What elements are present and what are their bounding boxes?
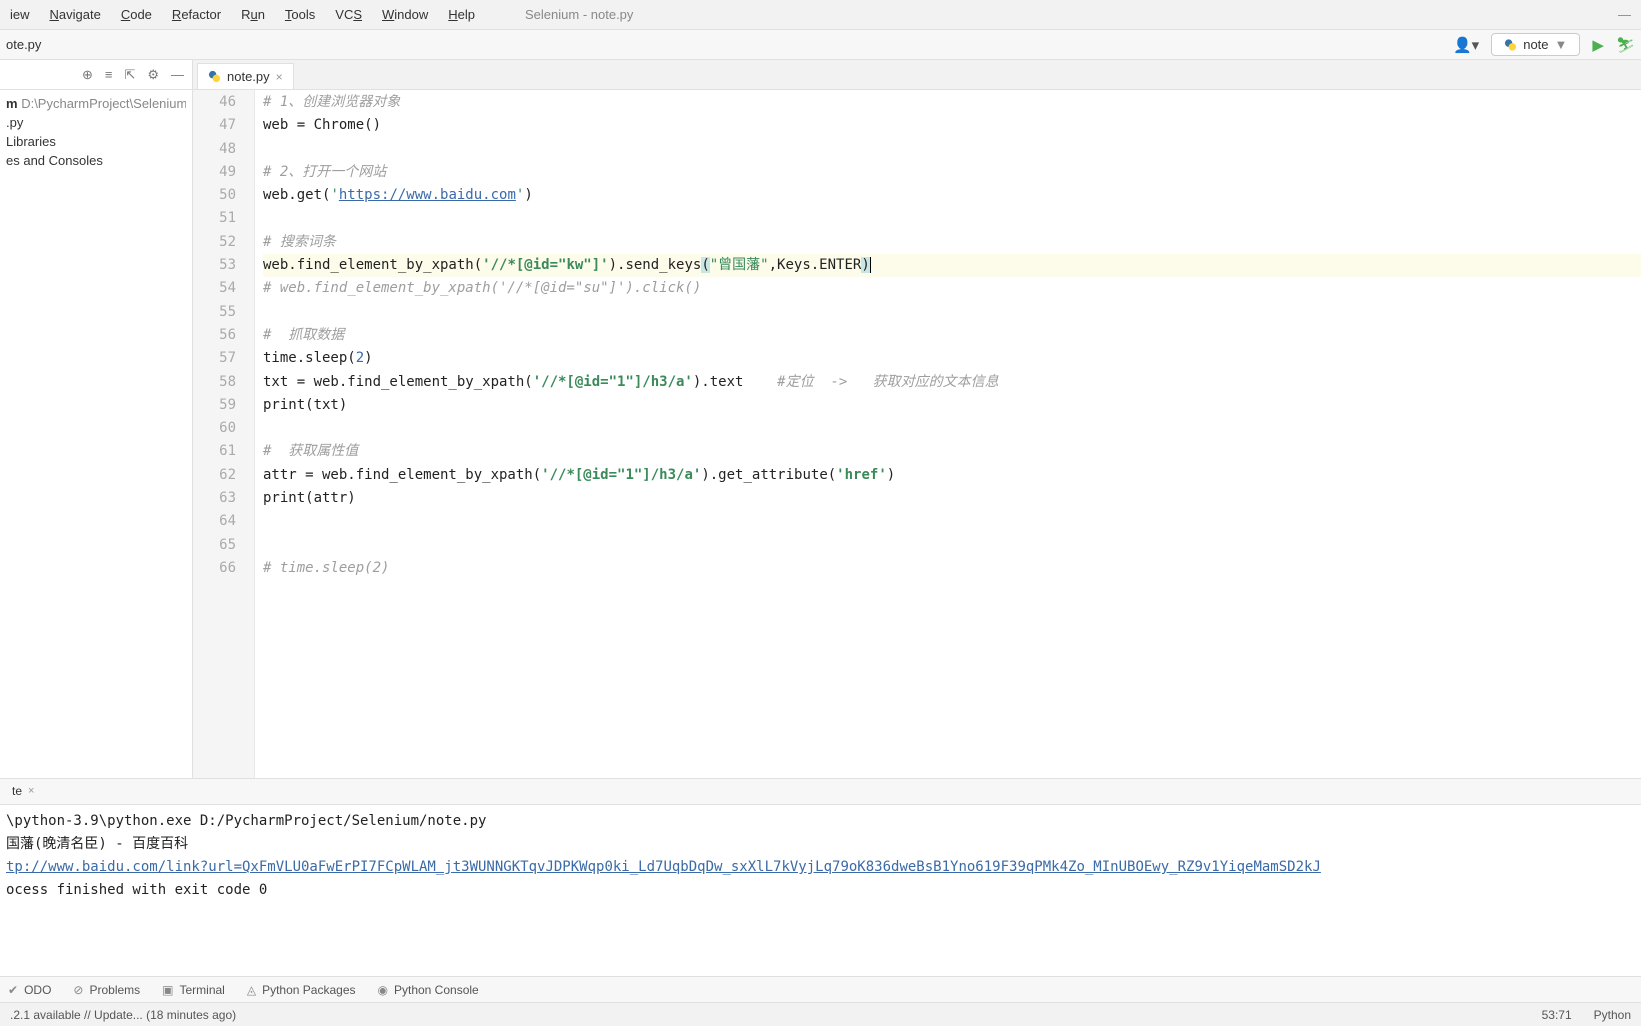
navigation-bar: ote.py 👤▾ note ▼ ▶ ⛷ xyxy=(0,30,1641,60)
python-packages-tool[interactable]: ◬Python Packages xyxy=(247,983,356,997)
todo-icon: ✔ xyxy=(8,983,18,997)
debug-button[interactable]: ⛷ xyxy=(1616,36,1635,54)
run-config-name: note xyxy=(1523,37,1548,52)
python-icon xyxy=(208,70,221,83)
run-config-selector[interactable]: note ▼ xyxy=(1491,33,1580,56)
status-message[interactable]: .2.1 available // Update... (18 minutes … xyxy=(10,1008,236,1022)
menu-tools[interactable]: Tools xyxy=(275,3,325,26)
user-icon[interactable]: 👤▾ xyxy=(1453,36,1479,54)
problems-tool[interactable]: ⊘Problems xyxy=(73,983,140,997)
window-title: Selenium - note.py xyxy=(525,7,633,22)
cursor-position[interactable]: 53:71 xyxy=(1542,1008,1572,1022)
project-tree-item[interactable]: es and Consoles xyxy=(6,151,186,170)
python-icon xyxy=(1504,38,1517,51)
menu-bar: iew Navigate Code Refactor Run Tools VCS… xyxy=(0,0,1641,30)
console-output[interactable]: \python-3.9\python.exe D:/PycharmProject… xyxy=(0,805,1641,976)
terminal-icon: ▣ xyxy=(162,983,173,997)
menu-view[interactable]: iew xyxy=(0,3,40,26)
menu-navigate[interactable]: Navigate xyxy=(40,3,111,26)
hide-icon[interactable]: — xyxy=(171,67,184,82)
menu-window[interactable]: Window xyxy=(372,3,438,26)
close-icon[interactable]: × xyxy=(28,785,34,797)
status-bar: .2.1 available // Update... (18 minutes … xyxy=(0,1002,1641,1026)
python-icon: ◉ xyxy=(378,983,388,997)
todo-tool[interactable]: ✔ODO xyxy=(8,983,51,997)
menu-run[interactable]: Run xyxy=(231,3,275,26)
breadcrumb[interactable]: ote.py xyxy=(6,37,41,52)
bottom-tool-strip: ✔ODO ⊘Problems ▣Terminal ◬Python Package… xyxy=(0,976,1641,1002)
locate-icon[interactable]: ⊕ xyxy=(82,67,93,83)
project-tool-window: ⊕ ≡ ⇱ ⚙ — m D:\PycharmProject\Selenium .… xyxy=(0,60,193,778)
gutter[interactable]: 4647484950515253545556575859606162636465… xyxy=(193,90,255,778)
minimize-icon[interactable]: — xyxy=(1618,7,1641,22)
code-area[interactable]: # 1、创建浏览器对象web = Chrome()# 2、打开一个网站web.g… xyxy=(255,90,1641,778)
gear-icon[interactable]: ⚙ xyxy=(147,67,159,83)
run-tabs: te × xyxy=(0,779,1641,805)
editor-tabs: note.py × xyxy=(193,60,1641,90)
menu-vcs[interactable]: VCS xyxy=(325,3,372,26)
project-panel-toolbar: ⊕ ≡ ⇱ ⚙ — xyxy=(0,60,192,90)
chevron-down-icon: ▼ xyxy=(1555,37,1568,52)
run-tab[interactable]: te × xyxy=(4,781,42,803)
problems-icon: ⊘ xyxy=(73,983,83,997)
code-editor[interactable]: 4647484950515253545556575859606162636465… xyxy=(193,90,1641,778)
expand-icon[interactable]: ≡ xyxy=(105,67,113,82)
editor-tab-label: note.py xyxy=(227,69,270,84)
run-button[interactable]: ▶ xyxy=(1592,36,1604,54)
run-tool-window: te × \python-3.9\python.exe D:/PycharmPr… xyxy=(0,778,1641,976)
project-root[interactable]: m D:\PycharmProject\Selenium xyxy=(6,94,186,113)
terminal-tool[interactable]: ▣Terminal xyxy=(162,983,225,997)
editor-tab[interactable]: note.py × xyxy=(197,63,294,89)
close-icon[interactable]: × xyxy=(276,70,283,84)
package-icon: ◬ xyxy=(247,983,256,997)
project-tree-item[interactable]: Libraries xyxy=(6,132,186,151)
collapse-icon[interactable]: ⇱ xyxy=(124,67,135,83)
project-tree-item[interactable]: .py xyxy=(6,113,186,132)
menu-refactor[interactable]: Refactor xyxy=(162,3,231,26)
menu-code[interactable]: Code xyxy=(111,3,162,26)
project-tree[interactable]: m D:\PycharmProject\Selenium .py Librari… xyxy=(0,90,192,174)
language-indicator[interactable]: Python xyxy=(1594,1008,1631,1022)
python-console-tool[interactable]: ◉Python Console xyxy=(378,983,479,997)
menu-help[interactable]: Help xyxy=(438,3,485,26)
